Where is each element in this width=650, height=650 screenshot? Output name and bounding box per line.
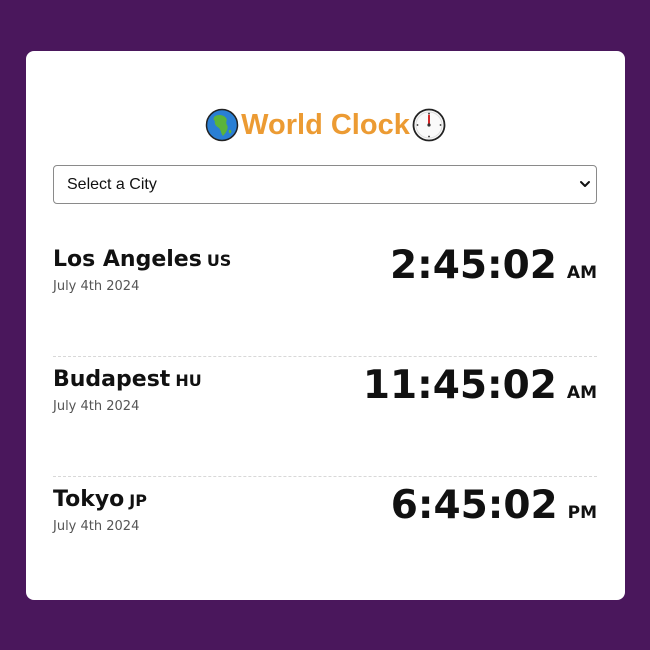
time-ampm: PM [567,503,597,523]
city-name-text: Budapest [53,367,171,392]
clock-twelve-icon [412,108,446,142]
chevron-down-icon [580,181,590,187]
city-time: 6:45:02 PM [391,480,597,532]
time-ampm: AM [566,263,597,283]
time-ampm: AM [566,383,597,403]
city-select[interactable]: Select a City [53,165,597,204]
city-name-text: Los Angeles [53,247,202,272]
time-digits: 2:45:02 [390,243,557,288]
country-code: JP [129,491,147,510]
country-code: HU [175,371,202,390]
app-header: World Clock [26,105,625,145]
city-name: Budapest HU [53,366,202,395]
city-date: July 4th 2024 [53,519,140,534]
city-time: 11:45:02 AM [363,360,597,412]
city-select-value: Select a City [67,175,157,193]
world-clock-card: World Clock Select a City Los Angeles US … [26,51,625,600]
time-digits: 11:45:02 [362,363,557,408]
page-title: World Clock [241,109,410,141]
city-name-text: Tokyo [53,487,125,512]
city-row-tokyo: Tokyo JP July 4th 2024 6:45:02 PM [53,483,597,596]
city-date: July 4th 2024 [53,399,140,414]
city-time: 2:45:02 AM [390,240,597,292]
city-name: Los Angeles US [53,246,231,275]
time-digits: 6:45:02 [390,483,558,528]
globe-africa-icon [205,108,239,142]
city-date: July 4th 2024 [53,279,140,294]
city-row-los-angeles: Los Angeles US July 4th 2024 2:45:02 AM [53,243,597,357]
city-name: Tokyo JP [53,486,147,515]
city-row-budapest: Budapest HU July 4th 2024 11:45:02 AM [53,363,597,477]
country-code: US [206,251,232,270]
